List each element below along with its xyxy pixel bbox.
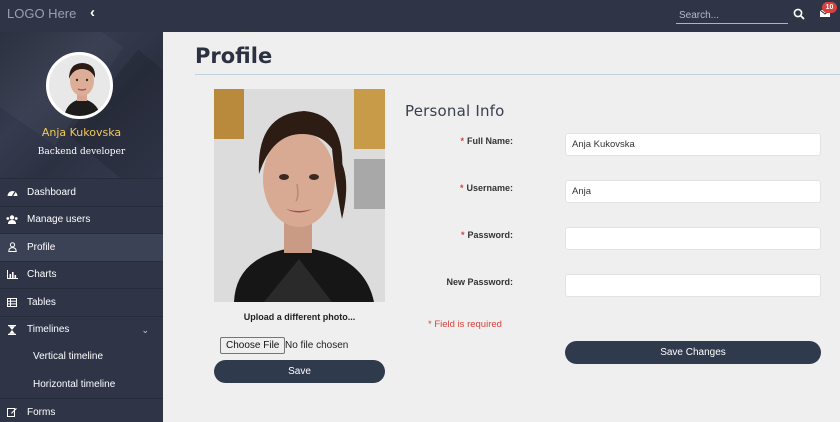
hourglass-icon bbox=[6, 324, 18, 336]
new-password-label: New Password: bbox=[446, 277, 513, 287]
user-icon bbox=[6, 241, 18, 253]
full-name-label: * Full Name: bbox=[460, 136, 513, 146]
password-field[interactable] bbox=[565, 227, 821, 250]
choose-file-button[interactable]: Choose File bbox=[220, 337, 286, 354]
username-field[interactable] bbox=[565, 180, 821, 203]
search-icon[interactable] bbox=[792, 7, 806, 21]
title-divider bbox=[195, 74, 840, 75]
section-title: Personal Info bbox=[405, 102, 505, 120]
user-name: Anja Kukovska bbox=[41, 126, 122, 139]
username-label: * Username: bbox=[459, 183, 513, 193]
required-note: * Field is required bbox=[428, 319, 502, 330]
required-marker: * bbox=[459, 183, 464, 193]
sidebar-item-label: Profile bbox=[27, 241, 56, 253]
sidebar-profile: Anja Kukovska Backend developer bbox=[0, 32, 163, 178]
users-icon bbox=[6, 214, 18, 226]
search-input[interactable] bbox=[676, 8, 788, 24]
table-icon bbox=[6, 296, 18, 308]
dashboard-icon bbox=[6, 186, 18, 198]
edit-icon bbox=[6, 406, 18, 418]
bar-chart-icon bbox=[6, 269, 18, 281]
sidebar-menu: Dashboard Manage users Profile Charts Ta… bbox=[0, 178, 163, 422]
sidebar-item-label: Dashboard bbox=[27, 186, 76, 198]
user-role: Backend developer bbox=[37, 147, 126, 157]
new-password-field[interactable] bbox=[565, 274, 821, 297]
save-button[interactable]: Save bbox=[214, 360, 385, 383]
sidebar-item-label: Forms bbox=[27, 406, 56, 418]
sidebar-item-label: Horizontal timeline bbox=[33, 378, 116, 390]
file-status: No file chosen bbox=[285, 340, 349, 351]
password-label: * Password: bbox=[460, 230, 513, 240]
required-marker: * bbox=[460, 230, 465, 240]
sidebar-item-timelines[interactable]: Timelines ⌄ bbox=[0, 315, 163, 344]
required-marker: * bbox=[460, 136, 464, 146]
chevron-left-icon[interactable]: ‹ bbox=[90, 4, 95, 21]
sidebar-item-dashboard[interactable]: Dashboard bbox=[0, 178, 163, 206]
top-bar: LOGO Here ‹ 10 bbox=[0, 0, 840, 32]
sidebar-item-charts[interactable]: Charts bbox=[0, 260, 163, 289]
sidebar-item-forms[interactable]: Forms bbox=[0, 398, 163, 422]
sidebar-item-manage-users[interactable]: Manage users bbox=[0, 205, 163, 234]
upload-photo-label: Upload a different photo... bbox=[243, 312, 356, 322]
chevron-down-icon: ⌄ bbox=[141, 324, 149, 335]
save-changes-button[interactable]: Save Changes bbox=[565, 341, 821, 364]
page-title: Profile bbox=[195, 44, 273, 68]
sidebar-item-label: Manage users bbox=[27, 214, 91, 226]
sidebar-item-vertical-timeline[interactable]: Vertical timeline bbox=[0, 343, 163, 371]
sidebar-item-tables[interactable]: Tables bbox=[0, 288, 163, 316]
sidebar-item-label: Charts bbox=[27, 269, 57, 281]
sidebar-item-label: Vertical timeline bbox=[33, 351, 104, 363]
sidebar-item-horizontal-timeline[interactable]: Horizontal timeline bbox=[0, 371, 163, 399]
full-name-field[interactable] bbox=[565, 133, 821, 156]
avatar[interactable] bbox=[46, 52, 113, 119]
sidebar-item-label: Timelines bbox=[27, 324, 70, 336]
logo[interactable]: LOGO Here bbox=[7, 6, 76, 21]
sidebar-item-label: Tables bbox=[27, 296, 56, 308]
sidebar-item-profile[interactable]: Profile bbox=[0, 233, 163, 261]
profile-photo bbox=[214, 89, 385, 302]
notification-badge: 10 bbox=[822, 2, 837, 13]
sidebar: Anja Kukovska Backend developer Dashboar… bbox=[0, 32, 163, 422]
